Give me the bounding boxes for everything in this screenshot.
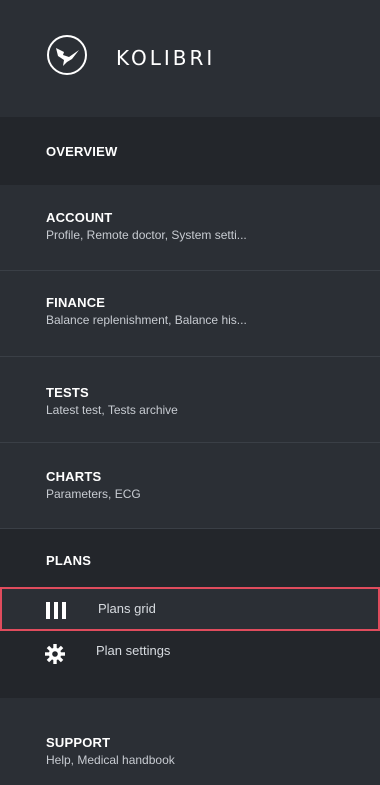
nav-tests-subtitle: Latest test, Tests archive — [46, 403, 178, 417]
nav-support-title: SUPPORT — [46, 735, 111, 750]
nav-finance-title: FINANCE — [46, 295, 106, 310]
nav-plans-title: PLANS — [46, 553, 92, 568]
nav-account[interactable]: ACCOUNT Profile, Remote doctor, System s… — [0, 185, 380, 271]
nav-overview-title: OVERVIEW — [46, 144, 118, 159]
gear-icon — [44, 643, 66, 664]
nav-tests-title: TESTS — [46, 385, 89, 400]
grid-bars-icon — [46, 601, 68, 621]
plans-submenu: Plans grid Plan settings — [0, 587, 380, 698]
submenu-item-label: Plan settings — [96, 643, 171, 658]
nav-support-subtitle: Help, Medical handbook — [46, 753, 175, 767]
submenu-item-plan-settings[interactable]: Plan settings — [0, 631, 380, 675]
nav-charts-title: CHARTS — [46, 469, 102, 484]
hummingbird-icon — [46, 34, 88, 76]
nav-charts-subtitle: Parameters, ECG — [46, 487, 141, 501]
nav-account-subtitle: Profile, Remote doctor, System setti... — [46, 228, 247, 242]
nav-account-title: ACCOUNT — [46, 210, 113, 225]
nav-charts[interactable]: CHARTS Parameters, ECG — [0, 443, 380, 529]
submenu-item-label: Plans grid — [98, 601, 156, 616]
brand-name: KOLIBRI — [116, 46, 216, 70]
nav-finance-subtitle: Balance replenishment, Balance his... — [46, 313, 247, 327]
sidebar-menu: KOLIBRI OVERVIEW ACCOUNT Profile, Remote… — [0, 0, 380, 785]
nav-tests[interactable]: TESTS Latest test, Tests archive — [0, 357, 380, 443]
nav-support[interactable]: SUPPORT Help, Medical handbook — [0, 698, 380, 785]
nav-finance[interactable]: FINANCE Balance replenishment, Balance h… — [0, 271, 380, 357]
logo-bar: KOLIBRI — [0, 0, 380, 117]
nav-plans[interactable]: PLANS — [0, 529, 380, 587]
submenu-item-plans-grid[interactable]: Plans grid — [0, 587, 380, 631]
nav-overview[interactable]: OVERVIEW — [0, 117, 380, 185]
